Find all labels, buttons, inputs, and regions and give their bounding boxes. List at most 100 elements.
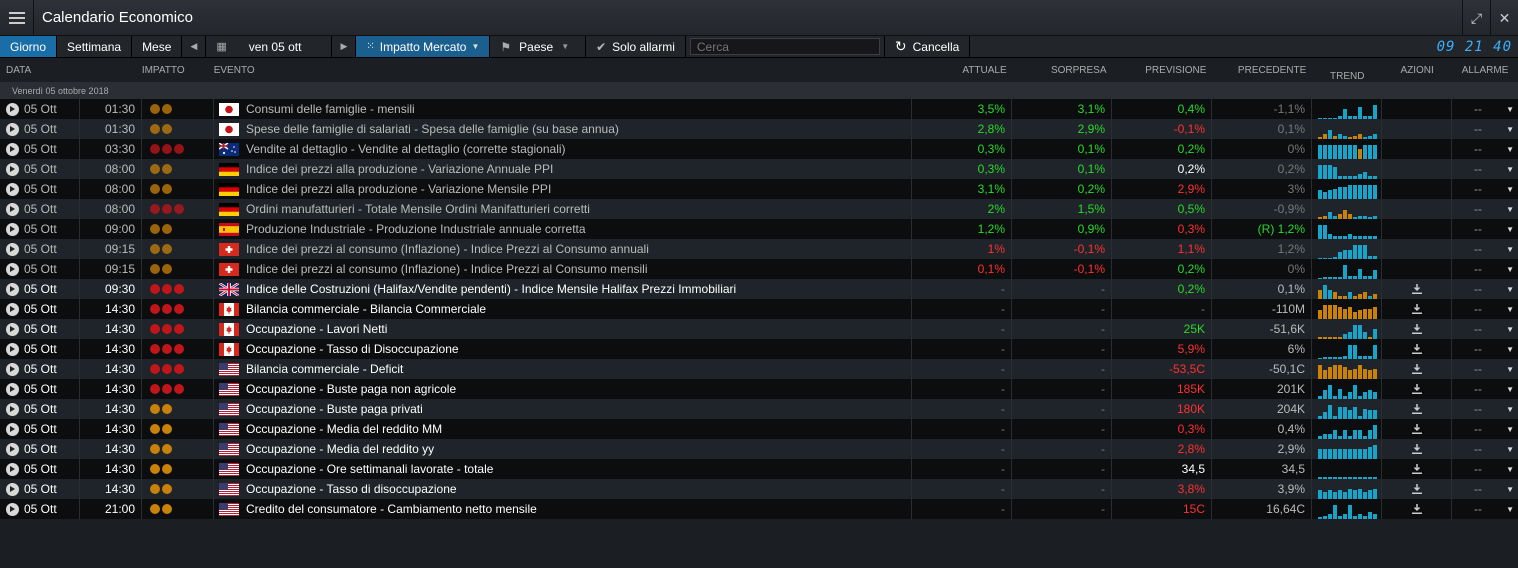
table-row[interactable]: 05 Ott 09:00 Produzione Industriale - Prod…	[0, 219, 1518, 239]
expand-row-button[interactable]	[0, 299, 24, 319]
col-date[interactable]: DATA	[0, 58, 142, 82]
event-name[interactable]: Spese delle famiglie di salariati - Spes…	[244, 119, 912, 139]
event-name[interactable]: Ordini manufatturieri - Totale Mensile O…	[244, 199, 912, 219]
expand-row-button[interactable]	[0, 219, 24, 239]
event-name[interactable]: Bilancia commerciale - Bilancia Commerci…	[244, 299, 912, 319]
expand-icon[interactable]: ⤢	[1462, 0, 1490, 36]
event-name[interactable]: Indice dei prezzi al consumo (Inflazione…	[244, 239, 912, 259]
download-icon[interactable]	[1382, 299, 1452, 319]
alarm-select[interactable]: -- ▼	[1452, 239, 1518, 259]
close-icon[interactable]: ✕	[1490, 0, 1518, 36]
expand-row-button[interactable]	[0, 399, 24, 419]
table-row[interactable]: 05 Ott 01:30 Spese delle famiglie di salar…	[0, 119, 1518, 139]
hamburger-menu-icon[interactable]	[0, 0, 34, 36]
expand-row-button[interactable]	[0, 199, 24, 219]
download-icon[interactable]	[1382, 439, 1452, 459]
expand-row-button[interactable]	[0, 319, 24, 339]
col-actual[interactable]: ATTUALE	[913, 58, 1013, 82]
download-icon[interactable]	[1382, 499, 1452, 519]
tab-day[interactable]: Giorno	[0, 36, 58, 57]
alarm-select[interactable]: -- ▼	[1452, 419, 1518, 439]
col-previous[interactable]: PRECEDENTE	[1212, 58, 1312, 82]
event-name[interactable]: Credito del consumatore - Cambiamento ne…	[244, 499, 912, 519]
table-row[interactable]: 05 Ott 21:00 Credito del consumatore - Cam…	[0, 499, 1518, 519]
alarm-select[interactable]: -- ▼	[1452, 159, 1518, 179]
alarm-select[interactable]: -- ▼	[1452, 339, 1518, 359]
alarm-select[interactable]: -- ▼	[1452, 439, 1518, 459]
col-event[interactable]: EVENTO	[214, 58, 913, 82]
download-icon[interactable]	[1382, 399, 1452, 419]
alarm-select[interactable]: -- ▼	[1452, 479, 1518, 499]
event-name[interactable]: Indice delle Costruzioni (Halifax/Vendit…	[244, 279, 912, 299]
event-name[interactable]: Bilancia commerciale - Deficit	[244, 359, 912, 379]
alarm-select[interactable]: -- ▼	[1452, 219, 1518, 239]
event-name[interactable]: Consumi delle famiglie - mensili	[244, 99, 912, 119]
col-forecast[interactable]: PREVISIONE	[1113, 58, 1213, 82]
table-row[interactable]: 05 Ott 14:30 Occupazione - Tasso di disocc…	[0, 479, 1518, 499]
alarm-select[interactable]: -- ▼	[1452, 359, 1518, 379]
download-icon[interactable]	[1382, 339, 1452, 359]
table-row[interactable]: 05 Ott 14:30 Occupazione - Media del reddi…	[0, 439, 1518, 459]
expand-row-button[interactable]	[0, 479, 24, 499]
table-row[interactable]: 05 Ott 14:30 Occupazione - Tasso di Disocc…	[0, 339, 1518, 359]
event-name[interactable]: Vendite al dettaglio - Vendite al dettag…	[244, 139, 912, 159]
alarm-select[interactable]: -- ▼	[1452, 399, 1518, 419]
event-name[interactable]: Produzione Industriale - Produzione Indu…	[244, 219, 912, 239]
next-date-button[interactable]: ▶	[332, 36, 357, 57]
alarm-select[interactable]: -- ▼	[1452, 119, 1518, 139]
event-name[interactable]: Occupazione - Ore settimanali lavorate -…	[244, 459, 912, 479]
event-name[interactable]: Occupazione - Media del reddito yy	[244, 439, 912, 459]
alarm-select[interactable]: -- ▼	[1452, 379, 1518, 399]
expand-row-button[interactable]	[0, 259, 24, 279]
table-row[interactable]: 05 Ott 08:00 Indice dei prezzi alla produz…	[0, 179, 1518, 199]
cancel-button[interactable]: ↻ Cancella	[885, 36, 971, 57]
expand-row-button[interactable]	[0, 99, 24, 119]
event-name[interactable]: Occupazione - Lavori Netti	[244, 319, 912, 339]
alarm-select[interactable]: -- ▼	[1452, 319, 1518, 339]
expand-row-button[interactable]	[0, 159, 24, 179]
table-row[interactable]: 05 Ott 14:30 Bilancia commerciale - Bilanc…	[0, 299, 1518, 319]
col-surprise[interactable]: SORPRESA	[1013, 58, 1113, 82]
event-name[interactable]: Occupazione - Media del reddito MM	[244, 419, 912, 439]
event-name[interactable]: Indice dei prezzi alla produzione - Vari…	[244, 179, 912, 199]
expand-row-button[interactable]	[0, 179, 24, 199]
table-row[interactable]: 05 Ott 03:30 Vendite al dettaglio - Vendit…	[0, 139, 1518, 159]
impact-filter-button[interactable]: ⁙ Impatto Mercato ▼	[356, 36, 491, 57]
alarm-select[interactable]: -- ▼	[1452, 259, 1518, 279]
alarms-only-toggle[interactable]: ✔ Solo allarmi	[586, 36, 686, 57]
alarm-select[interactable]: -- ▼	[1452, 199, 1518, 219]
table-row[interactable]: 05 Ott 08:00 Indice dei prezzi alla produz…	[0, 159, 1518, 179]
event-name[interactable]: Indice dei prezzi al consumo (Inflazione…	[244, 259, 912, 279]
col-actions[interactable]: AZIONI	[1382, 58, 1452, 82]
expand-row-button[interactable]	[0, 459, 24, 479]
alarm-select[interactable]: -- ▼	[1452, 139, 1518, 159]
tab-month[interactable]: Mese	[132, 36, 183, 57]
expand-row-button[interactable]	[0, 359, 24, 379]
table-row[interactable]: 05 Ott 14:30 Occupazione - Buste paga non …	[0, 379, 1518, 399]
download-icon[interactable]	[1382, 459, 1452, 479]
download-icon[interactable]	[1382, 419, 1452, 439]
tab-week[interactable]: Settimana	[57, 36, 133, 57]
event-name[interactable]: Occupazione - Tasso di Disoccupazione	[244, 339, 912, 359]
alarm-select[interactable]: -- ▼	[1452, 459, 1518, 479]
table-row[interactable]: 05 Ott 14:30 Occupazione - Lavori Netti - -2…	[0, 319, 1518, 339]
col-trend[interactable]: TREND	[1312, 58, 1382, 82]
table-row[interactable]: 05 Ott 14:30 Bilancia commerciale - Defici…	[0, 359, 1518, 379]
search-input[interactable]	[689, 38, 880, 55]
table-row[interactable]: 05 Ott 08:00 Ordini manufatturieri - Total…	[0, 199, 1518, 219]
alarm-select[interactable]: -- ▼	[1452, 299, 1518, 319]
table-row[interactable]: 05 Ott 14:30 Occupazione - Ore settimanali…	[0, 459, 1518, 479]
table-row[interactable]: 05 Ott 09:30 Indice delle Costruzioni (Hal…	[0, 279, 1518, 299]
expand-row-button[interactable]	[0, 419, 24, 439]
table-row[interactable]: 05 Ott 14:30 Occupazione - Media del reddi…	[0, 419, 1518, 439]
expand-row-button[interactable]	[0, 239, 24, 259]
alarm-select[interactable]: -- ▼	[1452, 279, 1518, 299]
col-impact[interactable]: IMPATTO	[142, 58, 214, 82]
download-icon[interactable]	[1382, 279, 1452, 299]
table-row[interactable]: 05 Ott 14:30 Occupazione - Buste paga priv…	[0, 399, 1518, 419]
expand-row-button[interactable]	[0, 499, 24, 519]
download-icon[interactable]	[1382, 379, 1452, 399]
event-name[interactable]: Occupazione - Buste paga privati	[244, 399, 912, 419]
prev-date-button[interactable]: ◀	[182, 36, 207, 57]
alarm-select[interactable]: -- ▼	[1452, 179, 1518, 199]
